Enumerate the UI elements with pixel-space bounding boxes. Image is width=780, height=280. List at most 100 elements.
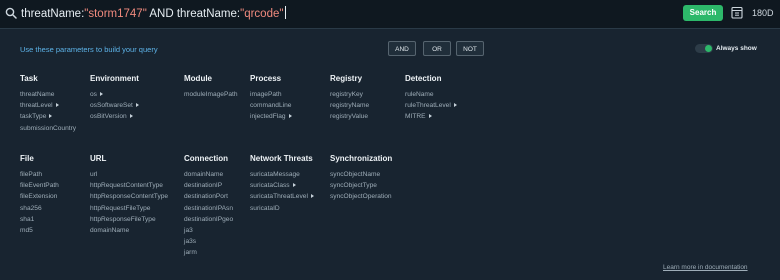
parameter-label: url [90,171,98,178]
parameter-syncObjectName[interactable]: syncObjectName [330,169,392,180]
parameter-os[interactable]: os [90,89,139,100]
always-show-toggle[interactable] [695,44,713,53]
submenu-arrow-icon [453,103,457,108]
parameter-label: fileEventPath [20,182,59,190]
group-title: Synchronization [330,154,393,163]
parameter-osSoftwareSet[interactable]: osSoftwareSet [90,100,139,111]
group-title: Environment [90,74,139,83]
parameter-label: fileExtension [20,193,58,201]
parameter-url[interactable]: url [90,169,168,180]
parameter-suricataThreatLevel[interactable]: suricataThreatLevel [250,191,314,202]
parameter-md5[interactable]: md5 [20,225,59,236]
submenu-arrow-icon [129,114,133,119]
parameter-sha1[interactable]: sha1 [20,214,59,225]
parameter-label: MITRE [405,113,426,121]
calendar-icon[interactable] [731,6,743,19]
parameter-filePath[interactable]: filePath [20,169,59,180]
parameter-label: sha1 [20,215,35,223]
parameter-label: destinationIPAsn [184,204,233,212]
not-operator-button[interactable]: NOT [456,41,484,56]
text-caret [285,6,287,19]
parameter-ja3[interactable]: ja3 [184,225,233,236]
group-registry: Registry registryKey registryName registryV… [330,74,369,123]
parameter-suricataClass[interactable]: suricataClass [250,180,314,191]
parameter-label: syncObjectName [330,171,381,178]
parameter-label: os [90,91,97,98]
parameter-ja3s[interactable]: ja3s [184,236,233,247]
parameter-submissionCountry[interactable]: submissionCountry [20,123,76,134]
parameter-label: registryKey [330,91,363,98]
parameter-ruleThreatLevel[interactable]: ruleThreatLevel [405,100,457,111]
parameter-registryName[interactable]: registryName [330,100,369,111]
parameter-injectedFlag[interactable]: injectedFlag [250,111,292,122]
parameter-destinationPort[interactable]: destinationPort [184,191,233,202]
parameter-osBitVersion[interactable]: osBitVersion [90,111,139,122]
parameter-jarm[interactable]: jarm [184,247,233,258]
parameter-httpRequestFileType[interactable]: httpRequestFileType [90,203,168,214]
parameter-label: registryValue [330,113,368,121]
parameter-domainName[interactable]: domainName [184,169,233,180]
search-button[interactable]: Search [683,5,723,21]
parameter-label: ruleName [405,91,434,98]
parameter-label: moduleImagePath [184,91,238,98]
parameter-label: osSoftwareSet [90,102,133,110]
group-network-threats: Network Threats suricataMessage suricataCl… [250,154,314,214]
time-range-label[interactable]: 180D [752,8,774,18]
parameter-fileExtension[interactable]: fileExtension [20,191,59,202]
parameter-label: imagePath [250,91,282,98]
parameter-destinationIP[interactable]: destinationIP [184,180,233,191]
parameter-imagePath[interactable]: imagePath [250,89,292,100]
parameter-httpResponseContentType[interactable]: httpResponseContentType [90,191,168,202]
parameter-destinationIPgeo[interactable]: destinationIPgeo [184,214,233,225]
parameter-label: ja3s [184,238,197,246]
parameter-label: sha256 [20,204,42,212]
group-task: Task threatName threatLevel taskType submiss… [20,74,76,134]
submenu-arrow-icon [49,114,53,119]
parameter-fileEventPath[interactable]: fileEventPath [20,180,59,191]
parameter-syncObjectOperation[interactable]: syncObjectOperation [330,191,392,202]
parameter-domainName[interactable]: domainName [90,225,168,236]
submenu-arrow-icon [310,194,314,199]
group-title: Network Threats [250,154,313,163]
parameter-label: domainName [184,171,224,178]
submenu-arrow-icon [428,114,432,119]
parameter-label: suricataMessage [250,171,300,178]
parameter-label: ja3 [184,226,193,234]
parameter-label: registryName [330,102,370,110]
learn-more-link[interactable]: Learn more in documentation [663,264,748,271]
parameter-threatName[interactable]: threatName [20,89,76,100]
parameter-label: httpRequestContentType [90,182,163,190]
parameter-ruleName[interactable]: ruleName [405,89,457,100]
group-title: File [20,154,34,163]
query-token: threatName: [176,8,241,20]
query-hint: Use these parameters to build your query [20,45,158,54]
parameter-taskType[interactable]: taskType [20,111,76,122]
parameter-syncObjectType[interactable]: syncObjectType [330,180,392,191]
parameter-suricataID[interactable]: suricataID [250,203,314,214]
parameter-httpRequestContentType[interactable]: httpRequestContentType [90,180,168,191]
parameter-destinationIPAsn[interactable]: destinationIPAsn [184,203,233,214]
parameter-label: suricataClass [250,182,290,190]
parameter-label: submissionCountry [20,124,77,132]
parameter-registryValue[interactable]: registryValue [330,111,369,122]
or-operator-button[interactable]: OR [423,41,451,56]
search-input[interactable]: threatName:"storm1747" AND threatName:"q… [21,6,287,20]
group-module: Module moduleImagePath [184,74,238,100]
group-file: File filePath fileEventPath fileExtension sh… [20,154,59,236]
toggle-knob [705,45,712,52]
parameter-MITRE[interactable]: MITRE [405,111,457,122]
parameter-label: threatLevel [20,102,53,110]
parameter-httpResponseFileType[interactable]: httpResponseFileType [90,214,168,225]
and-operator-button[interactable]: AND [388,41,416,56]
parameter-commandLine[interactable]: commandLine [250,100,292,111]
parameter-sha256[interactable]: sha256 [20,203,59,214]
parameter-moduleImagePath[interactable]: moduleImagePath [184,89,238,100]
parameter-label: ruleThreatLevel [405,102,451,110]
parameter-threatLevel[interactable]: threatLevel [20,100,76,111]
parameter-label: httpResponseFileType [90,215,156,223]
parameter-registryKey[interactable]: registryKey [330,89,369,100]
submenu-arrow-icon [55,103,59,108]
search-icon [5,7,17,19]
parameter-label: injectedFlag [250,113,286,121]
parameter-suricataMessage[interactable]: suricataMessage [250,169,314,180]
